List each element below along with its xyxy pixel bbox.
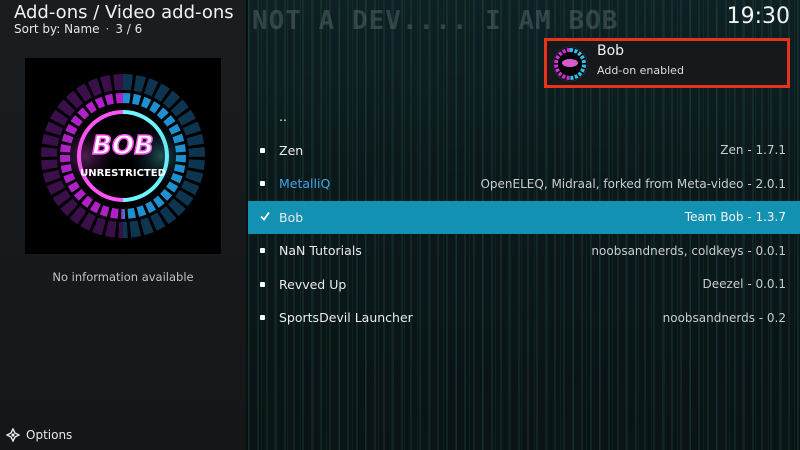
bob-notification-icon bbox=[552, 46, 588, 82]
addon-description: No information available bbox=[52, 270, 194, 284]
list-item-sportsdevil[interactable]: SportsDevil Launcher noobsandnerds - 0.2 bbox=[248, 301, 800, 335]
list-item-info: noobsandnerds - 0.2 bbox=[662, 310, 786, 325]
list-item-label: Zen bbox=[279, 142, 304, 158]
list-item-zen[interactable]: Zen Zen - 1.7.1 bbox=[248, 134, 800, 168]
notification-message: Add-on enabled bbox=[597, 64, 684, 77]
list-item-info: Zen - 1.7.1 bbox=[720, 143, 786, 158]
bullet-icon bbox=[260, 147, 265, 153]
notification-toast: Bob Add-on enabled bbox=[544, 38, 790, 88]
item-position: 3 / 6 bbox=[115, 22, 143, 36]
list-item-metalliq[interactable]: MetalliQ OpenELEQ, Midraal, forked from … bbox=[248, 167, 800, 201]
notification-title: Bob bbox=[597, 43, 625, 59]
list-item-label: MetalliQ bbox=[279, 176, 330, 191]
list-item-info: OpenELEQ, Midraal, forked from Meta-vide… bbox=[480, 176, 786, 191]
list-item-bob[interactable]: Bob Team Bob - 1.3.7 bbox=[248, 200, 800, 234]
list-item-info: Team Bob - 1.3.7 bbox=[684, 210, 786, 225]
list-item-label-prefix: Metalli bbox=[279, 176, 321, 192]
addon-artwork: BOB UNRESTRICTED bbox=[25, 58, 221, 254]
list-item-parent[interactable]: .. bbox=[248, 100, 800, 134]
list-item-nan-tutorials[interactable]: NaN Tutorials noobsandnerds, coldkeys - … bbox=[248, 234, 800, 268]
list-item-revved-up[interactable]: Revved Up Deezel - 0.0.1 bbox=[248, 268, 800, 302]
list-item-label: Bob bbox=[279, 209, 304, 225]
options-gear-icon bbox=[5, 427, 21, 443]
logo-caption: UNRESTRICTED bbox=[80, 168, 166, 179]
list-item-info: Deezel - 0.0.1 bbox=[702, 277, 786, 292]
bullet-icon bbox=[260, 315, 265, 321]
logo-text: BOB bbox=[92, 131, 154, 161]
bullet-icon bbox=[260, 281, 265, 287]
list-item-label: .. bbox=[279, 109, 287, 125]
list-item-label: SportsDevil Launcher bbox=[279, 310, 413, 326]
checkmark-icon bbox=[260, 211, 270, 224]
options-label: Options bbox=[26, 428, 73, 442]
clock: 19:30 bbox=[726, 4, 790, 29]
breadcrumb: Add-ons / Video add-ons bbox=[14, 2, 234, 23]
sort-label: Sort by: Name bbox=[14, 22, 100, 36]
bullet-icon bbox=[260, 248, 265, 254]
bullet-icon bbox=[260, 181, 265, 187]
list-item-label-highlight: Q bbox=[320, 176, 331, 192]
list-item-label: Revved Up bbox=[279, 276, 347, 292]
fanart-banner-text: NOT A DEV.... I AM BOB bbox=[252, 6, 619, 36]
bob-logo-image: BOB UNRESTRICTED bbox=[25, 58, 221, 254]
list-item-label: NaN Tutorials bbox=[279, 243, 362, 259]
options-button[interactable]: Options bbox=[5, 426, 73, 444]
addon-list: .. Zen Zen - 1.7.1 MetalliQ OpenELEQ, Mi… bbox=[248, 100, 800, 335]
sort-separator: · bbox=[105, 22, 110, 36]
sort-status[interactable]: Sort by: Name · 3 / 6 bbox=[14, 22, 142, 36]
list-item-info: noobsandnerds, coldkeys - 0.0.1 bbox=[591, 243, 786, 258]
